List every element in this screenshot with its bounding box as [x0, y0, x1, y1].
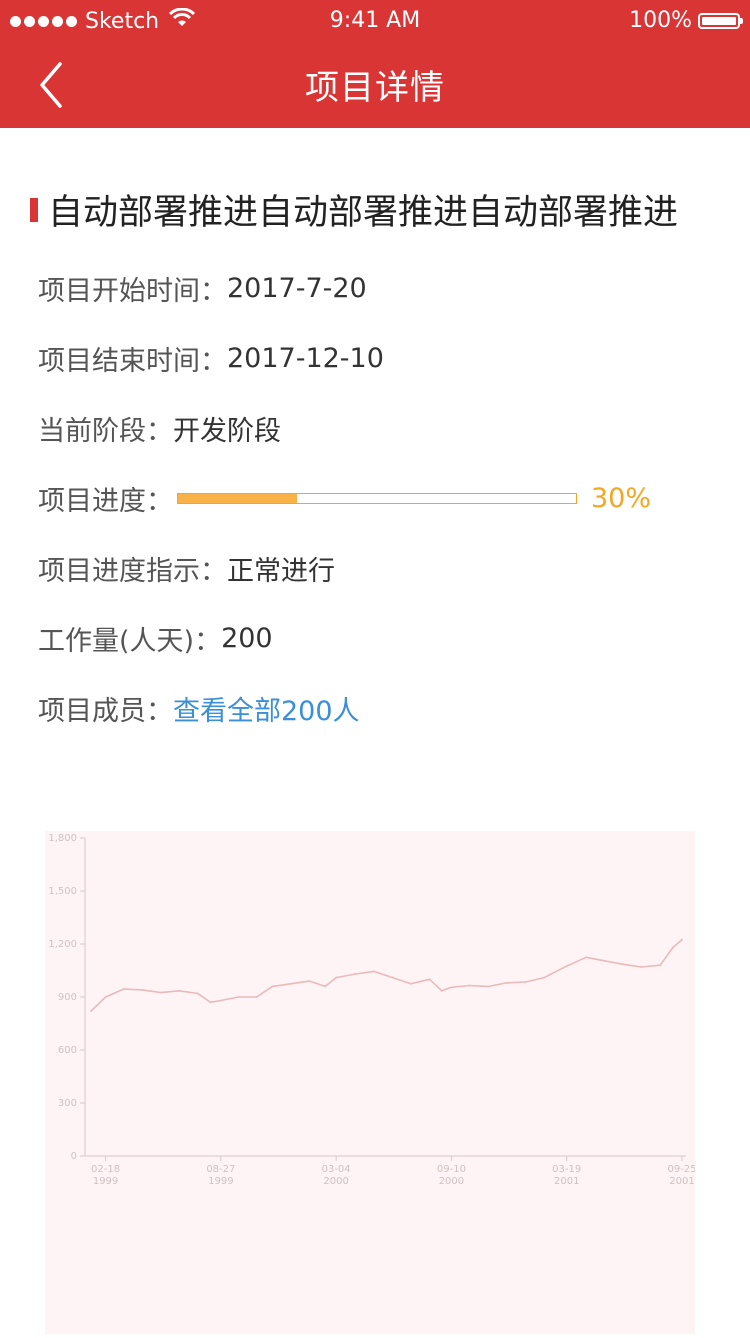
y-tick-label: 0	[71, 1151, 77, 1162]
data-point	[440, 989, 443, 992]
data-point	[622, 963, 625, 966]
data-point	[141, 989, 144, 991]
data-point	[391, 976, 394, 979]
y-tick-label: 900	[58, 992, 77, 1003]
data-point	[219, 999, 222, 1002]
x-tick-label: 08-27	[206, 1164, 235, 1175]
data-point	[90, 1010, 92, 1013]
data-point	[524, 981, 527, 983]
x-tick-label: 09-25	[667, 1164, 695, 1175]
y-tick-label: 1,200	[48, 939, 77, 950]
status-right: 100%	[629, 8, 743, 33]
x-tick-label: 03-19	[552, 1164, 581, 1175]
series-line	[90, 938, 683, 1012]
project-title: 自动部署推进自动部署推进自动部署推进	[30, 184, 678, 235]
title-accent-bar	[30, 197, 38, 222]
y-tick-label: 300	[58, 1098, 77, 1109]
data-point	[543, 976, 546, 979]
data-point	[237, 996, 240, 998]
data-point	[122, 988, 125, 990]
progress-indicator-value: 正常进行	[227, 555, 335, 587]
data-point	[335, 976, 338, 979]
data-point	[324, 985, 327, 988]
data-point	[659, 964, 662, 967]
workload-label: 工作量(人天)：	[38, 625, 222, 657]
data-point	[372, 970, 375, 973]
data-point	[487, 985, 490, 988]
end-time-row: 项目结束时间： 2017-12-10	[38, 338, 384, 378]
start-time-row: 项目开始时间： 2017-7-20	[38, 268, 367, 308]
x-tick-year-label: 2000	[323, 1176, 348, 1187]
start-time-value: 2017-7-20	[227, 272, 367, 304]
status-bar: Sketch 9:41 AM 100%	[0, 0, 750, 42]
project-title-text: 自动部署推进自动部署推进自动部署推进	[48, 193, 679, 233]
line-chart-svg: 03006009001,2001,5001,80002-18199908-271…	[48, 833, 696, 1187]
data-point	[209, 1001, 212, 1004]
y-tick-label: 600	[58, 1045, 77, 1056]
progress-row: 项目进度： 30%	[38, 478, 651, 518]
workload-row: 工作量(人天)： 200	[38, 618, 273, 658]
data-point	[271, 985, 274, 988]
battery-percent: 100%	[629, 8, 692, 33]
y-tick-label: 1,500	[48, 886, 77, 897]
data-point	[255, 996, 258, 998]
data-point	[450, 986, 453, 989]
x-tick-label: 02-18	[91, 1164, 120, 1175]
progress-percent: 30%	[591, 482, 652, 514]
workload-value: 200	[221, 622, 273, 654]
progress-bar	[177, 492, 577, 504]
x-tick-year-label: 1999	[93, 1176, 118, 1187]
progress-indicator-row: 项目进度指示： 正常进行	[38, 548, 335, 588]
data-point	[159, 991, 162, 994]
data-point	[671, 946, 674, 949]
data-point	[640, 966, 643, 968]
data-point	[104, 996, 107, 998]
data-point	[468, 984, 471, 987]
stage-row: 当前阶段： 开发阶段	[38, 408, 281, 448]
start-time-label: 项目开始时间：	[38, 275, 227, 307]
progress-indicator-label: 项目进度指示：	[38, 555, 227, 587]
data-point	[428, 978, 431, 981]
members-row: 项目成员： 查看全部200人	[38, 688, 360, 728]
view-all-members-link[interactable]: 查看全部200人	[173, 689, 360, 728]
battery-icon	[698, 12, 743, 29]
progress-label: 项目进度：	[38, 485, 173, 517]
x-tick-year-label: 2001	[669, 1176, 694, 1187]
data-point	[585, 956, 588, 959]
data-point	[565, 965, 568, 967]
data-point	[681, 938, 683, 941]
x-tick-label: 03-04	[322, 1164, 351, 1175]
page-title: 项目详情	[305, 68, 445, 108]
progress-bar-fill	[178, 493, 298, 503]
members-label: 项目成员：	[38, 695, 173, 727]
data-point	[289, 982, 292, 985]
data-point	[354, 973, 357, 975]
x-tick-year-label: 1999	[208, 1176, 233, 1187]
data-point	[505, 981, 508, 984]
stage-value: 开发阶段	[173, 415, 281, 447]
end-time-value: 2017-12-10	[227, 342, 384, 374]
data-point	[409, 982, 412, 985]
nav-bar: 项目详情	[0, 42, 750, 128]
y-tick-label: 1,800	[48, 833, 77, 844]
stage-label: 当前阶段：	[38, 415, 173, 447]
x-tick-year-label: 2000	[439, 1176, 464, 1187]
x-tick-label: 09-10	[437, 1164, 466, 1175]
line-chart: 0 300 600 900 1,200 1,500 1,800 02-18 1999 08-27 1…	[45, 831, 697, 1334]
end-time-label: 项目结束时间：	[38, 345, 227, 377]
data-point	[196, 992, 199, 995]
data-point	[178, 989, 181, 992]
data-point	[603, 959, 606, 962]
data-point	[308, 980, 311, 982]
x-tick-year-label: 2001	[554, 1176, 579, 1187]
